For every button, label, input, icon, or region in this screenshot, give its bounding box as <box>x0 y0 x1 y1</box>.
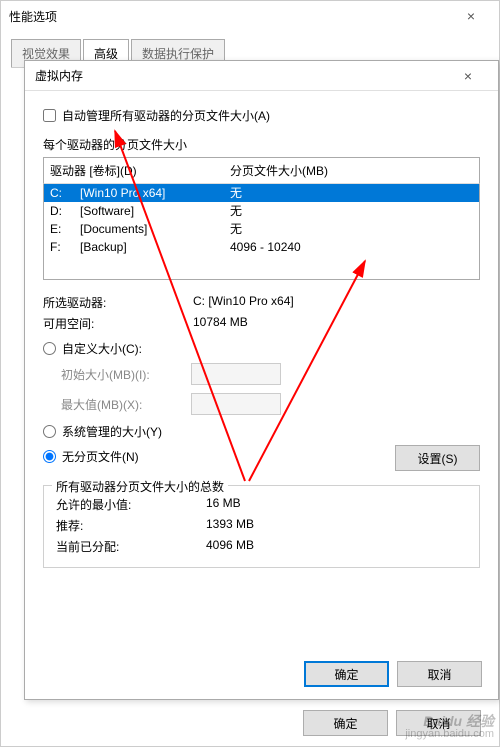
system-managed-label: 系统管理的大小(Y) <box>62 423 162 440</box>
min-allowed-value: 16 MB <box>206 496 467 513</box>
outer-cancel-button[interactable]: 取消 <box>396 710 481 736</box>
outer-button-row: 确定 取消 <box>303 710 481 736</box>
no-paging-radio[interactable] <box>43 450 56 463</box>
drive-row-c[interactable]: C: [Win10 Pro x64] 无 <box>44 184 479 202</box>
col-drive-header[interactable]: 驱动器 [卷标](D) <box>50 162 230 179</box>
no-paging-label: 无分页文件(N) <box>62 448 139 465</box>
inner-title: 虚拟内存 <box>35 67 83 84</box>
recommended-value: 1393 MB <box>206 517 467 534</box>
auto-manage-row: 自动管理所有驱动器的分页文件大小(A) <box>43 107 480 124</box>
recommended-label: 推荐: <box>56 517 206 534</box>
drive-list[interactable]: C: [Win10 Pro x64] 无 D: [Software] 无 E: … <box>43 184 480 280</box>
col-size-header[interactable]: 分页文件大小(MB) <box>230 162 473 179</box>
drive-row-e[interactable]: E: [Documents] 无 <box>44 220 479 238</box>
min-allowed-label: 允许的最小值: <box>56 496 206 513</box>
total-group-title: 所有驱动器分页文件大小的总数 <box>52 478 228 495</box>
system-managed-radio[interactable] <box>43 425 56 438</box>
max-size-label: 最大值(MB)(X): <box>61 396 191 413</box>
inner-ok-button[interactable]: 确定 <box>304 661 389 687</box>
initial-size-label: 初始大小(MB)(I): <box>61 366 191 383</box>
total-group: 所有驱动器分页文件大小的总数 允许的最小值: 16 MB 推荐: 1393 MB… <box>43 485 480 568</box>
max-size-input <box>191 393 281 415</box>
outer-title: 性能选项 <box>9 8 57 25</box>
auto-manage-checkbox[interactable] <box>43 109 56 122</box>
selected-drive-label: 所选驱动器: <box>43 294 193 311</box>
available-space-label: 可用空间: <box>43 315 193 332</box>
drive-row-f[interactable]: F: [Backup] 4096 - 10240 <box>44 238 479 256</box>
outer-titlebar: 性能选项 × <box>1 1 499 31</box>
allocated-value: 4096 MB <box>206 538 467 555</box>
outer-ok-button[interactable]: 确定 <box>303 710 388 736</box>
auto-manage-label: 自动管理所有驱动器的分页文件大小(A) <box>62 107 270 124</box>
virtual-memory-dialog: 虚拟内存 × 自动管理所有驱动器的分页文件大小(A) 每个驱动器的分页文件大小 … <box>24 60 499 700</box>
allocated-label: 当前已分配: <box>56 538 206 555</box>
per-drive-label: 每个驱动器的分页文件大小 <box>43 136 480 153</box>
inner-cancel-button[interactable]: 取消 <box>397 661 482 687</box>
drive-row-d[interactable]: D: [Software] 无 <box>44 202 479 220</box>
custom-size-label: 自定义大小(C): <box>62 340 142 357</box>
drive-list-header: 驱动器 [卷标](D) 分页文件大小(MB) <box>43 157 480 184</box>
inner-titlebar: 虚拟内存 × <box>25 61 498 91</box>
set-button[interactable]: 设置(S) <box>395 445 480 471</box>
selected-drive-value: C: [Win10 Pro x64] <box>193 294 480 311</box>
initial-size-input <box>191 363 281 385</box>
custom-size-radio[interactable] <box>43 342 56 355</box>
close-icon[interactable]: × <box>451 8 491 24</box>
inner-button-row: 确定 取消 <box>304 661 482 687</box>
available-space-value: 10784 MB <box>193 315 480 332</box>
inner-close-icon[interactable]: × <box>448 68 488 84</box>
